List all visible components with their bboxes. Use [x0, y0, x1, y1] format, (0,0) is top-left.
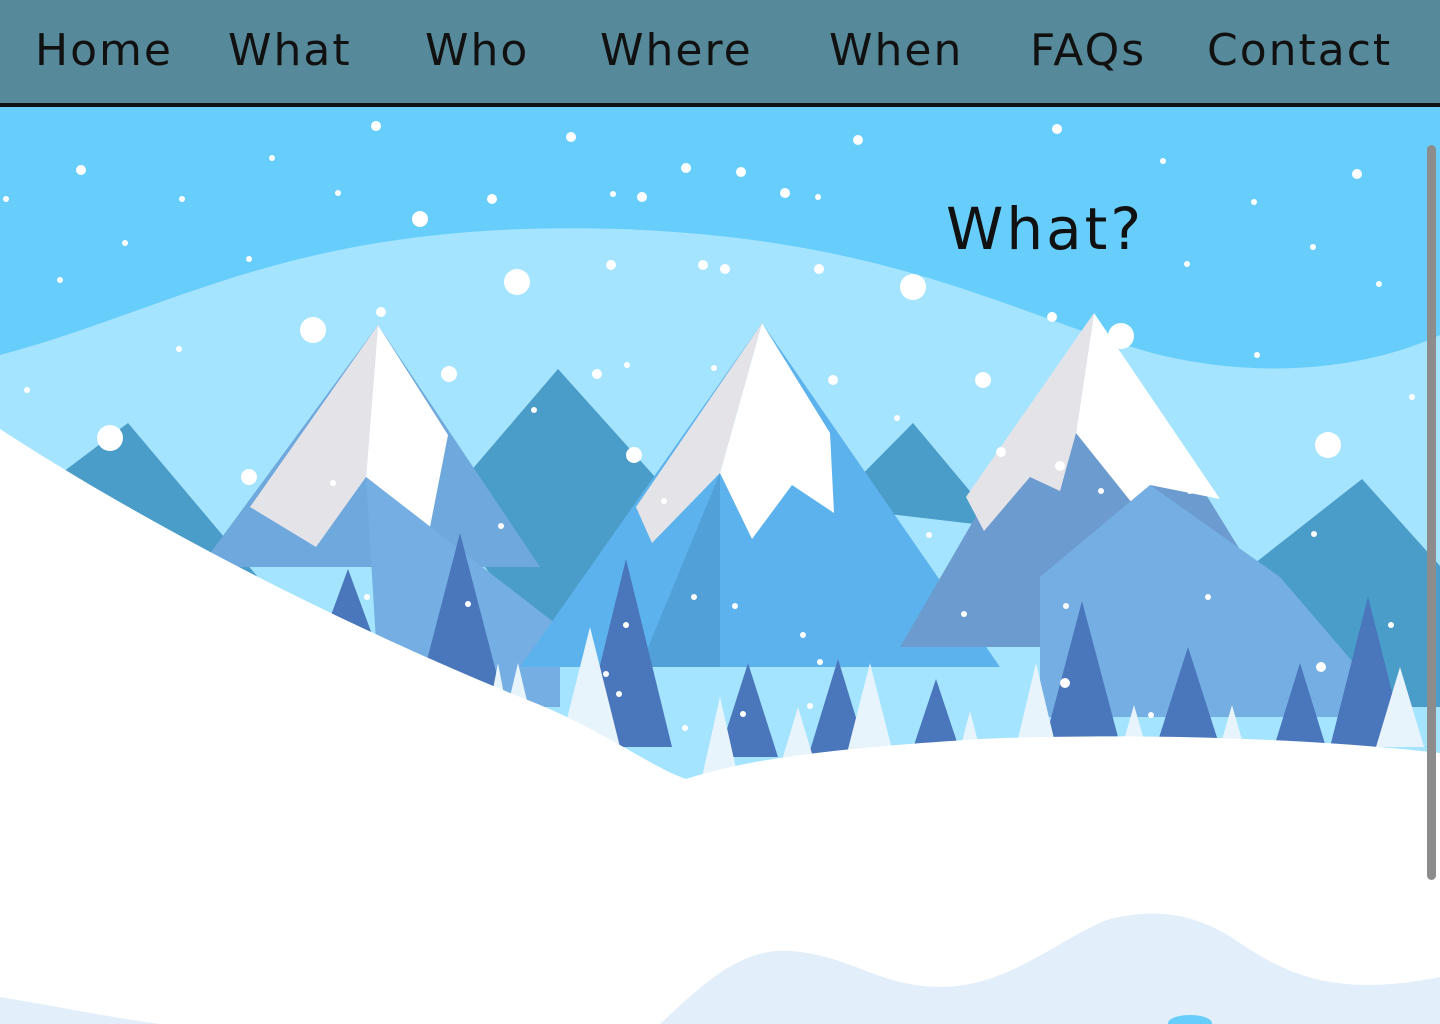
vertical-scrollbar[interactable] [1426, 145, 1438, 880]
nav-when-link[interactable]: When [829, 22, 963, 80]
nav-where-link[interactable]: Where [600, 22, 753, 80]
mountain-landscape-graphic [0, 107, 1440, 1024]
scrollbar-thumb[interactable] [1427, 145, 1436, 880]
nav-contact-link[interactable]: Contact [1207, 22, 1392, 80]
nav-faqs-link[interactable]: FAQs [1030, 22, 1146, 80]
winter-mountain-illustration [0, 107, 1440, 1024]
top-navigation-bar: Home What Who Where When FAQs Contact [0, 0, 1440, 107]
nav-who-link[interactable]: Who [425, 22, 529, 80]
nav-home-link[interactable]: Home [35, 22, 173, 80]
nav-what-link[interactable]: What [228, 22, 352, 80]
section-title: What? [946, 195, 1145, 263]
